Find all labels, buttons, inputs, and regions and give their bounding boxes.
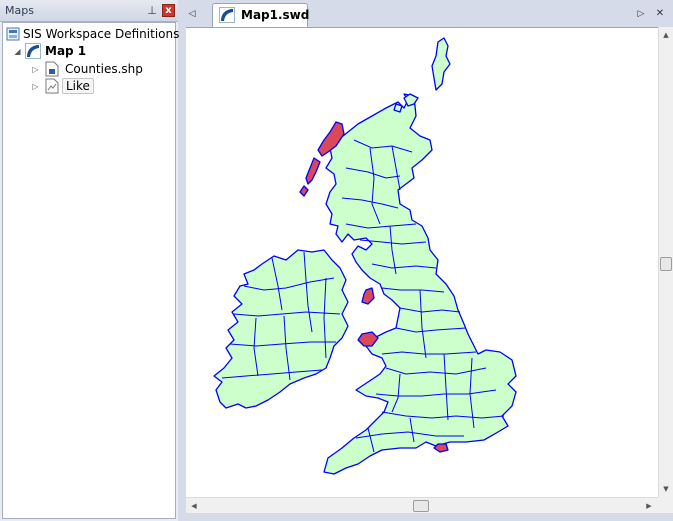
size-grip <box>658 497 673 513</box>
map-document-icon <box>219 7 235 23</box>
panel-close-button[interactable]: x <box>162 4 175 17</box>
document-layer-icon <box>45 78 59 94</box>
map-canvas[interactable] <box>186 27 658 498</box>
tree-root-item[interactable]: SIS Workspace Definitions <box>6 26 179 42</box>
tab-scroll-right-icon[interactable]: ▷ <box>636 8 646 20</box>
map-icon <box>25 43 41 59</box>
expand-arrow-icon[interactable]: ▷ <box>31 82 40 91</box>
tab-scroll-left-icon[interactable]: ◁ <box>187 8 197 20</box>
expand-arrow-icon[interactable]: ▷ <box>31 65 40 74</box>
layer-label-selected: Like <box>62 78 94 94</box>
horizontal-scroll-thumb[interactable] <box>413 500 429 512</box>
pin-icon[interactable]: ⊥ <box>146 4 158 17</box>
tree-item-layer[interactable]: ▷ Like <box>31 78 171 94</box>
tree-item-map1[interactable]: ◢ Map 1 <box>13 43 173 59</box>
map-label: Map 1 <box>45 44 87 58</box>
uk-ireland-map <box>213 37 517 475</box>
vertical-scrollbar[interactable]: ▲ ▼ <box>658 27 673 497</box>
panel-title: Maps <box>5 4 34 17</box>
tree-root-label: SIS Workspace Definitions <box>23 27 180 41</box>
ireland-landmass <box>213 249 349 409</box>
scroll-up-icon[interactable]: ▲ <box>659 29 673 41</box>
tree-item-layer[interactable]: ▷ Counties.shp <box>31 61 171 77</box>
tab-map1[interactable]: Map1.swd <box>212 3 310 27</box>
workspace-icon <box>6 27 20 41</box>
scroll-down-icon[interactable]: ▼ <box>659 483 673 495</box>
panel-header: Maps ⊥ x <box>0 0 178 22</box>
layer-label: Counties.shp <box>65 62 143 76</box>
document-area: ◁ Map1.swd ▷ ✕ ▲ ▼ ◀ ▶ <box>182 0 673 521</box>
tab-label: Map1.swd <box>241 8 310 22</box>
shapefile-icon <box>45 61 59 77</box>
workspace-tree: SIS Workspace Definitions ◢ Map 1 ▷ Coun… <box>2 22 179 519</box>
shetland-islands <box>431 37 451 91</box>
horizontal-scrollbar[interactable]: ◀ ▶ <box>186 497 658 513</box>
maps-panel: Maps ⊥ x SIS Workspace Definitions ◢ Map… <box>0 0 179 521</box>
vertical-scroll-thumb[interactable] <box>660 257 672 271</box>
scroll-right-icon[interactable]: ▶ <box>643 499 655 513</box>
tab-bar: ◁ Map1.swd ▷ ✕ <box>182 0 673 27</box>
scroll-left-icon[interactable]: ◀ <box>188 499 200 513</box>
collapse-arrow-icon[interactable]: ◢ <box>13 47 22 56</box>
close-icon[interactable]: ✕ <box>654 8 666 20</box>
isle-of-wight-highlight <box>433 443 449 453</box>
isle-of-man-highlight <box>361 287 375 305</box>
